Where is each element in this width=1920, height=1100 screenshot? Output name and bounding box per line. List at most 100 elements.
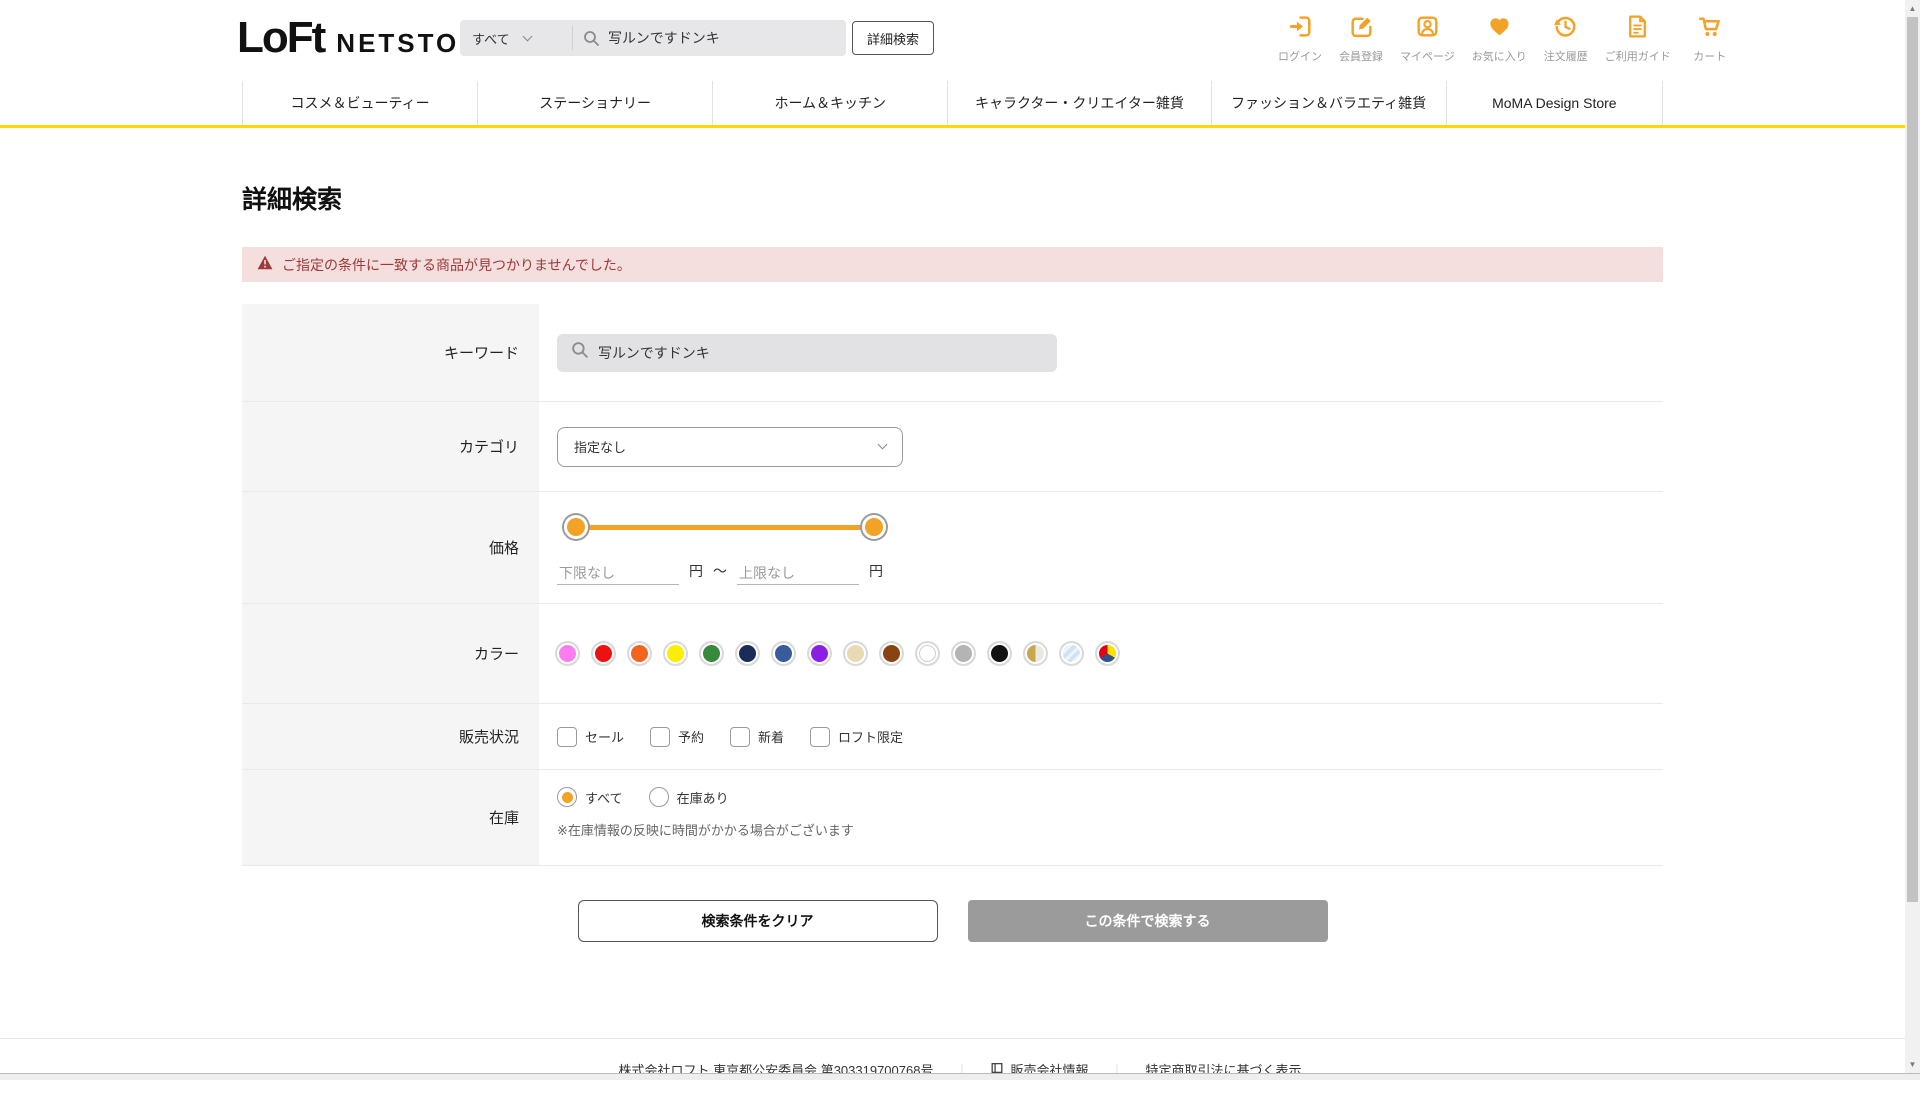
checkbox-box [810,726,831,747]
radio-button-selected [557,787,577,807]
price-row: 価格 円 ～ 円 [242,492,1663,604]
main-content: 詳細検索 ご指定の条件に一致する商品が見つかりませんでした。 キーワード 写ルン… [242,180,1663,942]
color-swatch-navy[interactable] [735,641,760,666]
color-swatch-green[interactable] [699,641,724,666]
color-swatch-beige[interactable] [843,641,868,666]
checkbox-label: セール [585,730,625,745]
guide-label: ご利用ガイド [1604,51,1671,63]
color-label: カラー [242,604,539,703]
utility-menu: ログイン 会員登録 マイページ お気に入り 注文履歴 ご利用ガイド カート [1278,13,1732,64]
heart-icon [1486,13,1513,45]
register-label: 会員登録 [1339,51,1383,63]
vertical-scrollbar[interactable]: ▲ ▼ [1905,0,1920,1073]
category-select[interactable]: 指定なし [557,426,903,467]
color-swatch-white[interactable] [915,641,940,666]
sales-status-options: セール 予約 新着 ロフト限定 [557,726,903,747]
color-swatch-blue[interactable] [771,641,796,666]
nav-item-cosmetics[interactable]: コスメ＆ビューティー [242,81,477,125]
price-inputs: 円 ～ 円 [557,561,883,585]
color-swatch-red[interactable] [591,641,616,666]
cart-icon [1696,13,1723,45]
history-clock-icon [1552,13,1579,45]
color-swatch-orange[interactable] [627,641,652,666]
favorites-button[interactable]: お気に入り [1472,13,1527,64]
color-swatch-gold[interactable] [1023,641,1048,666]
keyword-value: 写ルンですドンキ [598,344,710,361]
login-button[interactable]: ログイン [1278,13,1322,64]
no-results-alert: ご指定の条件に一致する商品が見つかりませんでした。 [242,247,1663,282]
mypage-button[interactable]: マイページ [1400,13,1455,64]
advanced-search-form: キーワード 写ルンですドンキ カテゴリ 指定なし 価格 下限なし 円 ～ 上限な… [242,304,1663,866]
checkbox-new[interactable]: 新着 [730,726,785,747]
scroll-down-arrow[interactable]: ▼ [1905,1056,1920,1073]
search-category-select[interactable]: すべて [460,20,572,56]
nav-item-moma[interactable]: MoMA Design Store [1445,81,1664,125]
keyword-input[interactable]: 写ルンですドンキ [557,333,1057,372]
checkbox-label: 新着 [758,730,785,745]
color-swatch-clear[interactable] [1059,641,1084,666]
cart-button[interactable]: カート [1688,13,1732,64]
sales-status-label: 販売状況 [242,704,539,769]
slider-track[interactable] [576,525,874,530]
color-swatch-yellow[interactable] [663,641,688,666]
order-history-button[interactable]: 注文履歴 [1544,13,1588,64]
favorites-label: お気に入り [1471,51,1527,63]
category-nav: コスメ＆ビューティー ステーショナリー ホーム＆キッチン キャラクター・クリエイ… [242,81,1664,125]
clear-conditions-button[interactable]: 検索条件をクリア [577,900,938,942]
radio-all[interactable]: すべて [557,787,623,807]
yen-unit: 円 [689,563,703,579]
category-nav-bar: コスメ＆ビューティー ステーショナリー ホーム＆キッチン キャラクター・クリエイ… [0,81,1920,128]
cart-label: カート [1693,51,1727,63]
color-swatch-black[interactable] [987,641,1012,666]
scrollbar-thumb[interactable] [1907,17,1918,902]
register-icon [1348,13,1375,45]
stock-row: 在庫 すべて 在庫あり ※在庫情報の反映に時間がかかる場合がございます [242,770,1663,866]
checkbox-box [650,726,671,747]
category-label: カテゴリ [242,402,539,491]
advanced-search-button[interactable]: 詳細検索 [852,21,935,55]
color-swatch-brown[interactable] [879,641,904,666]
nav-item-fashion-variety[interactable]: ファッション＆バラエティ雑貨 [1210,81,1446,125]
register-button[interactable]: 会員登録 [1339,13,1383,64]
radio-label: すべて [585,790,623,806]
color-swatches [555,641,1120,666]
color-swatch-purple[interactable] [807,641,832,666]
price-label: 価格 [242,492,539,603]
color-swatch-gray[interactable] [951,641,976,666]
keyword-row: キーワード 写ルンですドンキ [242,304,1663,402]
form-actions: 検索条件をクリア この条件で検索する [242,900,1663,942]
page-title: 詳細検索 [242,186,343,214]
price-range-slider [564,515,886,539]
nav-item-home-kitchen[interactable]: ホーム＆キッチン [712,81,947,125]
radio-in-stock[interactable]: 在庫あり [648,787,729,807]
login-icon [1287,13,1314,45]
scroll-up-arrow[interactable]: ▲ [1905,0,1920,17]
nav-item-stationery[interactable]: ステーショナリー [477,81,712,125]
checkbox-preorder[interactable]: 予約 [650,726,705,747]
chevron-down-icon [877,439,888,450]
stock-note: ※在庫情報の反映に時間がかかる場合がございます [557,823,854,838]
stock-label: 在庫 [242,770,539,865]
search-category-value: すべて [472,31,510,47]
checkbox-sale[interactable]: セール [557,726,625,747]
search-input[interactable]: 写ルンですドンキ [608,28,720,48]
price-max-input[interactable] [737,562,859,585]
search-submit-button[interactable]: この条件で検索する [967,900,1328,942]
guide-button[interactable]: ご利用ガイド [1605,13,1671,64]
checkbox-label: 予約 [678,730,705,745]
range-separator: ～ [713,563,727,579]
color-swatch-pink[interactable] [555,641,580,666]
logo-loft-text: LoFt [237,13,326,62]
color-swatch-multicolor[interactable] [1095,641,1120,666]
nav-item-character-goods[interactable]: キャラクター・クリエイター雑貨 [947,81,1210,125]
price-min-input[interactable] [557,562,679,585]
slider-handle-max[interactable] [862,515,886,539]
checkbox-box [557,726,577,747]
slider-handle-min[interactable] [564,515,588,539]
warning-icon [257,255,273,275]
mypage-label: マイページ [1400,51,1455,63]
order-history-label: 注文履歴 [1543,51,1588,63]
site-footer: 株式会社ロフト 東京都公安委員会 第303319700768号 ｜ 販売会社情報… [0,1038,1920,1100]
checkbox-loft-exclusive[interactable]: ロフト限定 [810,726,903,747]
sales-status-row: 販売状況 セール 予約 新着 ロフト限定 [242,704,1663,770]
